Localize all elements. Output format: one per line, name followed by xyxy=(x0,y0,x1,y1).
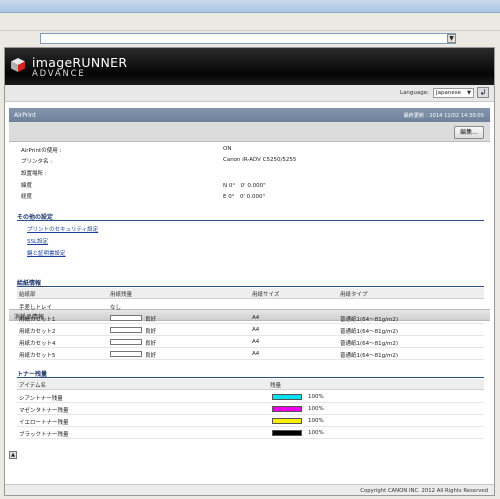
paper-type: 普通紙1(64〜81g/m2) xyxy=(340,317,398,323)
col-header-item: アイテム名 xyxy=(19,383,46,389)
info-value-latitude: N 0° 0' 0.000" xyxy=(223,183,266,189)
info-value-longitude: E 0° 0' 0.000" xyxy=(223,194,266,200)
info-label-longitude: 経度 xyxy=(21,194,33,200)
language-apply-button[interactable]: ↲ xyxy=(477,87,489,98)
toner-percent: 100% xyxy=(308,406,324,412)
section-button-bar: 編集... xyxy=(9,122,490,142)
paper-table-row: 用紙カセット1 良好 A4 普通紙1(64〜81g/m2) xyxy=(17,312,484,324)
last-updated: 最終更新 : 2014 12/02 14:30:05 xyxy=(403,113,484,119)
copyright-text: Copyright CANON INC. 2012 All Rights Res… xyxy=(360,488,488,494)
heading-underline xyxy=(17,286,484,287)
info-value-printer-name: Canon iR-ADV C5250/5255 xyxy=(223,157,297,163)
toner-name: シアントナー残量 xyxy=(19,396,63,402)
paper-table-row: 用紙カセット5 良好 A4 普通紙1(64〜81g/m2) xyxy=(17,348,484,360)
toner-table-row: イエロートナー残量 100% xyxy=(17,415,484,427)
language-bar: Language: Japanese ▼ ↲ xyxy=(5,85,494,102)
address-bar[interactable] xyxy=(40,33,456,44)
info-label-airprint-use: AirPrintの使用 : xyxy=(21,148,62,154)
language-selected-value: Japanese xyxy=(436,90,461,96)
info-label-location: 設置場所 : xyxy=(21,171,47,177)
paper-level-text: 良好 xyxy=(145,341,157,347)
col-header-source: 給紙部 xyxy=(19,292,36,298)
paper-level-bar xyxy=(110,351,142,357)
heading-underline xyxy=(17,377,484,378)
language-label: Language: xyxy=(400,90,429,96)
toner-percent: 100% xyxy=(308,418,324,424)
paper-table-row: 用紙カセット2 良好 A4 普通紙1(64〜81g/m2) xyxy=(17,324,484,336)
toner-percent: 100% xyxy=(308,394,324,400)
section-header: AirPrint 最終更新 : 2014 12/02 14:30:05 xyxy=(9,108,490,122)
language-select[interactable]: Japanese ▼ xyxy=(433,88,474,98)
link-print-security[interactable]: プリントのセキュリティ設定 xyxy=(27,225,98,233)
paper-level-bar xyxy=(110,327,142,333)
toner-level-bar xyxy=(272,418,302,424)
toner-percent: 100% xyxy=(308,430,324,436)
paper-table-row: 用紙カセット4 良好 A4 普通紙1(64〜81g/m2) xyxy=(17,336,484,348)
paper-level-text: なし xyxy=(110,305,122,311)
remote-ui-page: imageRUNNER ADVANCE Language: Japanese ▼… xyxy=(4,47,495,496)
paper-source: 用紙カセット5 xyxy=(19,353,56,359)
toner-level-bar xyxy=(272,394,302,400)
paper-source: 用紙カセット4 xyxy=(19,341,56,347)
heading-underline xyxy=(17,220,484,221)
toner-name: マゼンタトナー残量 xyxy=(19,408,69,414)
toner-table-row: ブラックトナー残量 100% xyxy=(17,427,484,439)
browser-toolbar xyxy=(0,13,500,31)
link-ssl-settings[interactable]: SSL設定 xyxy=(27,237,48,245)
paper-type: 普通紙1(64〜81g/m2) xyxy=(340,341,398,347)
paper-source: 用紙カセット1 xyxy=(19,317,56,323)
col-header-level: 用紙残量 xyxy=(110,292,133,298)
link-key-cert-settings[interactable]: 鍵と証明書設定 xyxy=(27,249,66,257)
paper-type: 普通紙1(64〜81g/m2) xyxy=(340,329,398,335)
paper-level-bar xyxy=(110,339,142,345)
page-top-icon[interactable]: ▲ xyxy=(9,451,17,459)
window-title-bar xyxy=(0,0,500,13)
toner-level-bar xyxy=(272,430,302,436)
toner-level-bar xyxy=(272,406,302,412)
col-header-type: 用紙タイプ xyxy=(340,292,368,298)
logo-cube-icon xyxy=(11,58,25,72)
header-banner: imageRUNNER ADVANCE xyxy=(5,48,494,85)
edit-button[interactable]: 編集... xyxy=(454,126,484,139)
toner-name: イエロートナー残量 xyxy=(19,420,69,426)
info-value-airprint-use: ON xyxy=(223,146,232,152)
section-title: AirPrint xyxy=(14,112,37,119)
paper-table-row: 手差しトレイ なし xyxy=(17,300,484,312)
footer: Copyright CANON INC. 2012 All Rights Res… xyxy=(5,484,494,495)
col-header-size: 用紙サイズ xyxy=(252,292,280,298)
chevron-down-icon: ▼ xyxy=(467,90,471,96)
paper-size: A4 xyxy=(252,315,260,321)
paper-size: A4 xyxy=(252,327,260,333)
paper-size: A4 xyxy=(252,339,260,345)
paper-level-text: 良好 xyxy=(145,329,157,335)
address-dropdown-button[interactable]: ▼ xyxy=(447,34,456,43)
toner-table-row: マゼンタトナー残量 100% xyxy=(17,403,484,415)
paper-source: 用紙カセット2 xyxy=(19,329,56,335)
toner-table-header: アイテム名 残量 xyxy=(17,379,484,390)
paper-size: A4 xyxy=(252,351,260,357)
paper-level-text: 良好 xyxy=(145,353,157,359)
toner-name: ブラックトナー残量 xyxy=(19,432,69,438)
paper-level-bar xyxy=(110,315,142,321)
toner-table-row: シアントナー残量 100% xyxy=(17,391,484,403)
paper-table-header: 給紙部 用紙残量 用紙サイズ 用紙タイプ xyxy=(17,288,484,299)
col-header-remaining: 残量 xyxy=(270,383,282,389)
info-label-latitude: 緯度 xyxy=(21,183,33,189)
paper-type: 普通紙1(64〜81g/m2) xyxy=(340,353,398,359)
brand-name: imageRUNNER xyxy=(32,55,128,70)
info-label-printer-name: プリンタ名 : xyxy=(21,159,53,165)
brand-subtitle: ADVANCE xyxy=(32,69,86,79)
paper-level-text: 良好 xyxy=(145,317,157,323)
paper-source: 手差しトレイ xyxy=(19,305,53,311)
